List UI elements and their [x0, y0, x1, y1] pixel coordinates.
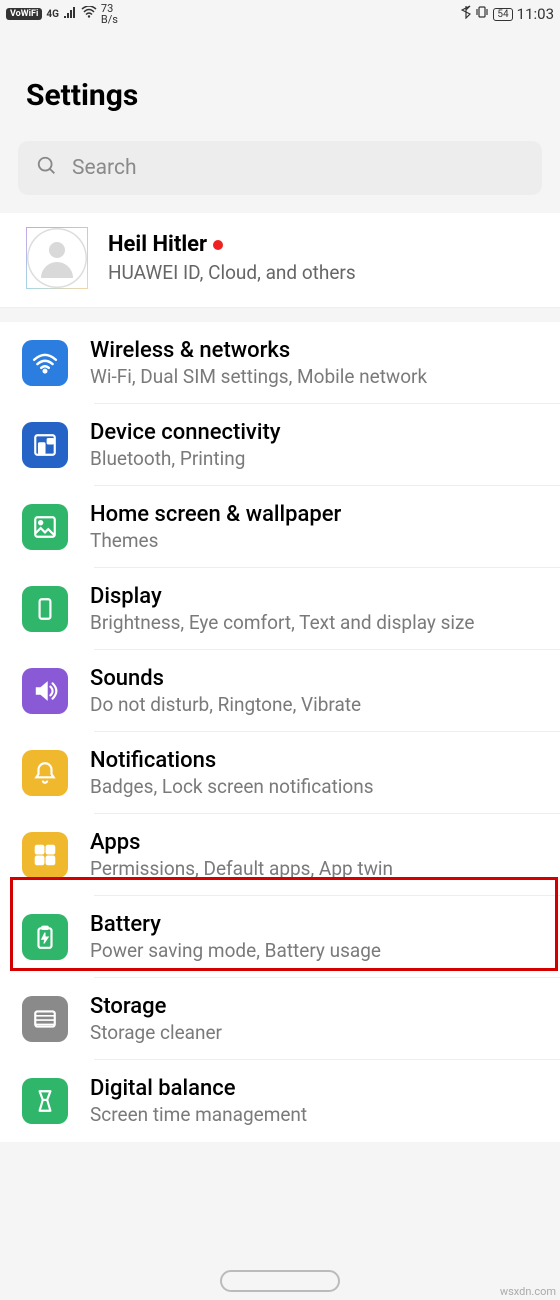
balance-icon [22, 1078, 68, 1124]
settings-list: Wireless & networksWi-Fi, Dual SIM setti… [0, 322, 560, 1142]
item-title: Battery [90, 912, 542, 937]
item-subtitle: Permissions, Default apps, App twin [90, 857, 542, 880]
wifi-icon [81, 6, 97, 22]
item-subtitle: Storage cleaner [90, 1021, 542, 1044]
settings-item-storage[interactable]: StorageStorage cleaner [0, 978, 560, 1060]
item-subtitle: Badges, Lock screen notifications [90, 775, 542, 798]
signal-bars-icon [63, 6, 77, 22]
page-title: Settings [0, 28, 560, 135]
settings-item-battery[interactable]: BatteryPower saving mode, Battery usage [0, 896, 560, 978]
item-title: Apps [90, 830, 542, 855]
item-subtitle: Power saving mode, Battery usage [90, 939, 542, 962]
battery-icon [22, 914, 68, 960]
settings-item-display[interactable]: DisplayBrightness, Eye comfort, Text and… [0, 568, 560, 650]
item-subtitle: Screen time management [90, 1103, 542, 1126]
avatar [26, 227, 88, 289]
settings-item-connect[interactable]: Device connectivityBluetooth, Printing [0, 404, 560, 486]
display-icon [22, 586, 68, 632]
connect-icon [22, 422, 68, 468]
bluetooth-icon [461, 5, 471, 23]
item-subtitle: Themes [90, 529, 542, 552]
account-row[interactable]: Heil Hitler HUAWEI ID, Cloud, and others [0, 213, 560, 308]
search-icon [36, 155, 58, 181]
item-text: Digital balanceScreen time management [90, 1076, 542, 1126]
settings-item-balance[interactable]: Digital balanceScreen time management [0, 1060, 560, 1142]
item-title: Notifications [90, 748, 542, 773]
settings-item-image[interactable]: Home screen & wallpaperThemes [0, 486, 560, 568]
item-subtitle: Brightness, Eye comfort, Text and displa… [90, 611, 542, 634]
item-text: Device connectivityBluetooth, Printing [90, 420, 542, 470]
item-subtitle: Do not disturb, Ringtone, Vibrate [90, 693, 542, 716]
status-bar: VoWiFi 4G 73 B/s 54 11:03 [0, 0, 560, 28]
item-title: Storage [90, 994, 542, 1019]
account-subtitle: HUAWEI ID, Cloud, and others [108, 261, 542, 284]
nav-pill[interactable] [220, 1270, 340, 1292]
item-text: AppsPermissions, Default apps, App twin [90, 830, 542, 880]
item-title: Digital balance [90, 1076, 542, 1101]
account-text: Heil Hitler HUAWEI ID, Cloud, and others [108, 232, 542, 284]
image-icon [22, 504, 68, 550]
avatar-icon [33, 234, 81, 282]
watermark: wsxdn.com [500, 1285, 556, 1298]
item-title: Device connectivity [90, 420, 542, 445]
item-text: StorageStorage cleaner [90, 994, 542, 1044]
bell-icon [22, 750, 68, 796]
settings-item-bell[interactable]: NotificationsBadges, Lock screen notific… [0, 732, 560, 814]
item-title: Home screen & wallpaper [90, 502, 542, 527]
wifi-icon [22, 340, 68, 386]
item-title: Wireless & networks [90, 338, 542, 363]
apps-icon [22, 832, 68, 878]
network-type: 4G [46, 9, 59, 20]
item-text: Wireless & networksWi-Fi, Dual SIM setti… [90, 338, 542, 388]
battery-indicator: 54 [493, 8, 512, 21]
status-left: VoWiFi 4G 73 B/s [6, 3, 118, 25]
settings-item-sound[interactable]: SoundsDo not disturb, Ringtone, Vibrate [0, 650, 560, 732]
vowifi-badge: VoWiFi [6, 8, 42, 20]
data-speed: 73 B/s [101, 3, 118, 25]
account-name: Heil Hitler [108, 232, 542, 257]
item-text: SoundsDo not disturb, Ringtone, Vibrate [90, 666, 542, 716]
status-right: 54 11:03 [461, 5, 554, 23]
item-subtitle: Bluetooth, Printing [90, 447, 542, 470]
item-title: Sounds [90, 666, 542, 691]
clock: 11:03 [517, 5, 554, 23]
item-text: DisplayBrightness, Eye comfort, Text and… [90, 584, 542, 634]
search-placeholder: Search [72, 156, 137, 180]
notification-dot [213, 240, 223, 250]
search-input[interactable]: Search [18, 141, 542, 195]
item-text: Home screen & wallpaperThemes [90, 502, 542, 552]
sound-icon [22, 668, 68, 714]
storage-icon [22, 996, 68, 1042]
settings-item-apps[interactable]: AppsPermissions, Default apps, App twin [0, 814, 560, 896]
item-title: Display [90, 584, 542, 609]
vibrate-icon [475, 5, 489, 23]
item-text: NotificationsBadges, Lock screen notific… [90, 748, 542, 798]
item-subtitle: Wi-Fi, Dual SIM settings, Mobile network [90, 365, 542, 388]
settings-item-wifi[interactable]: Wireless & networksWi-Fi, Dual SIM setti… [0, 322, 560, 404]
item-text: BatteryPower saving mode, Battery usage [90, 912, 542, 962]
